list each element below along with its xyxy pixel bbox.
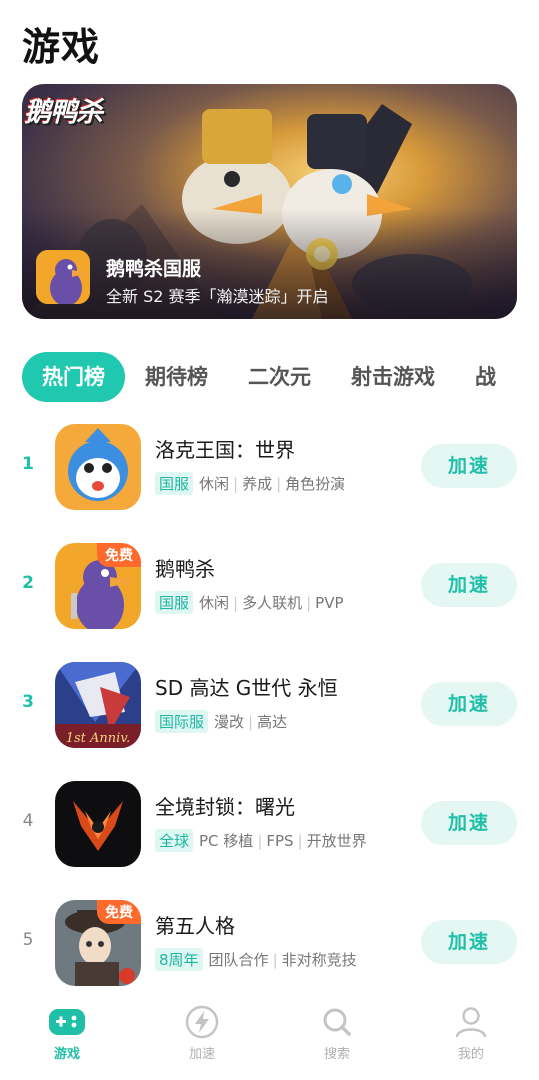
game-icon: 免费	[55, 900, 141, 986]
game-name: SD 高达 G世代 永恒	[155, 676, 338, 700]
game-icon	[55, 781, 141, 867]
tab-anticipated[interactable]: 期待榜	[125, 352, 228, 402]
region-badge: 国服	[155, 472, 194, 495]
page-title: 游戏	[22, 25, 101, 69]
game-icon	[55, 424, 141, 510]
region-badge: 国际服	[155, 710, 209, 733]
free-tag: 免费	[97, 543, 141, 567]
tag-separator: |	[248, 713, 254, 731]
rank-number: 5	[22, 930, 34, 950]
game-tags: 全球 PC 移植 | FPS | 开放世界	[155, 829, 367, 852]
nav-accelerate[interactable]: 加速	[162, 1005, 242, 1062]
tag-separator: |	[233, 594, 239, 612]
tag-separator: |	[306, 594, 312, 612]
genre-tag: PC 移植	[199, 832, 254, 850]
accelerate-button[interactable]: 加速	[421, 801, 517, 845]
tag-separator: |	[276, 475, 282, 493]
nav-search[interactable]: 搜索	[297, 1005, 377, 1062]
category-tabs: 热门榜 期待榜 二次元 射击游戏战	[22, 352, 539, 402]
genre-tag: 团队合作	[208, 951, 269, 969]
accelerate-button[interactable]: 加速	[421, 920, 517, 964]
free-tag: 免费	[97, 900, 141, 924]
genre-tag: 养成	[242, 475, 273, 493]
game-tags: 8周年 团队合作 | 非对称竞技	[155, 948, 357, 971]
search-icon	[323, 1008, 351, 1036]
bottom-navigation: 游戏 加速 搜索 我的	[0, 995, 539, 1080]
banner-app-icon	[36, 250, 90, 304]
game-row[interactable]: 2 免费 鹅鸭杀 国服 休闲 | 多人联机 | PVP 加速	[0, 537, 539, 637]
nav-games[interactable]: 游戏	[27, 1005, 107, 1062]
rank-number: 3	[22, 692, 34, 712]
game-name: 全境封锁：曙光	[155, 795, 295, 819]
tab-hot[interactable]: 热门榜	[22, 352, 125, 402]
rank-number: 1	[22, 454, 34, 474]
nav-label: 我的	[457, 1047, 484, 1062]
game-icon: 免费	[55, 543, 141, 629]
genre-tag: 高达	[257, 713, 288, 731]
game-tags: 国服 休闲 | 养成 | 角色扮演	[155, 472, 345, 495]
game-name: 洛克王国：世界	[155, 438, 295, 462]
anniversary-badge: 8周年	[155, 948, 203, 971]
banner-subtitle: 全新 S2 赛季「瀚漠迷踪」开启	[106, 287, 329, 306]
game-row[interactable]: 4 全境封锁：曙光 全球 PC 移植 | FPS | 开放世界 加速	[0, 775, 539, 875]
genre-tag: FPS	[266, 832, 294, 850]
genre-tag: 多人联机	[242, 594, 303, 612]
nav-label: 游戏	[53, 1047, 80, 1062]
genre-tag: 漫改	[214, 713, 245, 731]
game-icon: 1st Anniv.	[55, 662, 141, 748]
accelerate-button[interactable]: 加速	[421, 563, 517, 607]
game-name: 第五人格	[155, 914, 235, 938]
nav-label: 搜索	[323, 1047, 350, 1062]
tab-strategy[interactable]: 战	[455, 352, 516, 402]
tag-separator: |	[297, 832, 303, 850]
user-icon	[455, 1007, 487, 1038]
gamepad-icon	[49, 1009, 85, 1035]
genre-tag: 休闲	[199, 594, 230, 612]
tag-separator: |	[233, 475, 239, 493]
banner-game-title: 鹅鸭杀国服	[106, 258, 202, 280]
genre-tag: 开放世界	[306, 832, 367, 850]
region-badge: 全球	[155, 829, 194, 852]
nav-profile[interactable]: 我的	[431, 1005, 511, 1062]
game-row[interactable]: 5 免费 第五人格 8周年 团队合作 | 非对称竞技 加速	[0, 894, 539, 994]
game-tags: 国服 休闲 | 多人联机 | PVP	[155, 591, 344, 614]
tag-separator: |	[272, 951, 278, 969]
game-row[interactable]: 1 洛克王国：世界 国服 休闲 | 养成 | 角色扮演 加速	[0, 418, 539, 518]
lightning-icon	[185, 1005, 219, 1039]
genre-tag: 非对称竞技	[281, 951, 357, 969]
banner-logo: 鹅鸭杀	[24, 97, 103, 128]
genre-tag: PVP	[315, 594, 344, 612]
genre-tag: 休闲	[199, 475, 230, 493]
tab-anime[interactable]: 二次元	[228, 352, 331, 402]
region-badge: 国服	[155, 591, 194, 614]
accelerate-button[interactable]: 加速	[421, 682, 517, 726]
tag-separator: |	[257, 832, 263, 850]
tab-shooter[interactable]: 射击游戏	[331, 352, 455, 402]
accelerate-button[interactable]: 加速	[421, 444, 517, 488]
genre-tag: 角色扮演	[285, 475, 346, 493]
game-tags: 国际服 漫改 | 高达	[155, 710, 287, 733]
rank-number: 2	[22, 573, 34, 593]
featured-banner[interactable]: 鹅鸭杀 鹅鸭杀国服 全新 S2 赛季「瀚漠迷踪」开启	[22, 84, 517, 319]
nav-label: 加速	[188, 1047, 215, 1062]
game-name: 鹅鸭杀	[155, 557, 215, 581]
game-row[interactable]: 3 1st Anniv. SD 高达 G世代 永恒 国际服 漫改 | 高达 加速	[0, 656, 539, 756]
rank-number: 4	[22, 811, 34, 831]
anniversary-text: 1st Anniv.	[66, 731, 131, 746]
